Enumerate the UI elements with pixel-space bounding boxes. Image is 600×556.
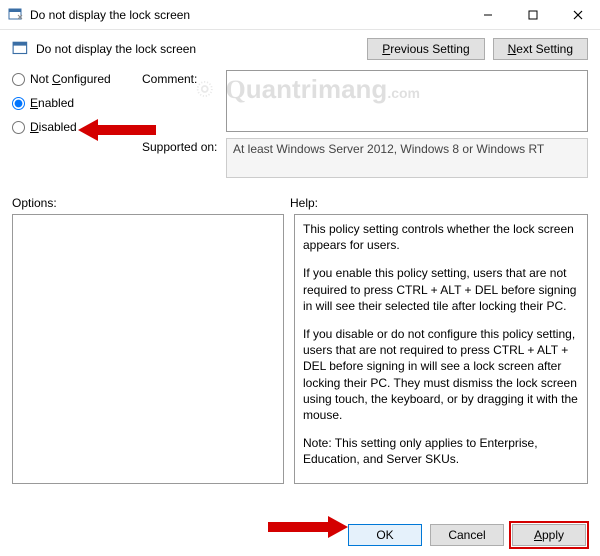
help-p2: If you disable or do not configure this … [303, 326, 579, 423]
prev-rest: revious Setting [390, 42, 469, 56]
options-label: Options: [12, 196, 290, 210]
help-p0: This policy setting controls whether the… [303, 221, 579, 253]
titlebar: Do not display the lock screen [0, 0, 600, 30]
maximize-button[interactable] [510, 0, 555, 30]
radio-disabled-input[interactable] [12, 121, 25, 134]
help-p3: Note: This setting only applies to Enter… [303, 435, 579, 467]
minimize-button[interactable] [465, 0, 510, 30]
radio-enabled-input[interactable] [12, 97, 25, 110]
cancel-button[interactable]: Cancel [430, 524, 504, 546]
header-row: Do not display the lock screen Previous … [12, 38, 588, 60]
footer: OK Cancel Apply [348, 524, 586, 546]
policy-title: Do not display the lock screen [36, 42, 367, 56]
arrow-annotation-ok [268, 514, 348, 540]
next-rest: ext Setting [516, 42, 573, 56]
policy-icon [8, 7, 24, 23]
comment-textarea[interactable] [226, 70, 588, 132]
radio-not-configured[interactable]: Not Configured [12, 72, 132, 86]
previous-setting-button[interactable]: Previous Setting [367, 38, 484, 60]
close-button[interactable] [555, 0, 600, 30]
help-panel[interactable]: This policy setting controls whether the… [294, 214, 588, 484]
supported-label: Supported on: [142, 138, 226, 154]
options-panel [12, 214, 284, 484]
ok-button[interactable]: OK [348, 524, 422, 546]
apply-button[interactable]: Apply [512, 524, 586, 546]
supported-text: At least Windows Server 2012, Windows 8 … [226, 138, 588, 178]
help-p1: If you enable this policy setting, users… [303, 265, 579, 314]
comment-label: Comment: [142, 70, 226, 86]
policy-icon [12, 40, 30, 58]
radio-disabled[interactable]: Disabled [12, 120, 132, 134]
radio-group: Not Configured Enabled Disabled [12, 70, 132, 184]
apply-rest: pply [542, 528, 564, 542]
window-title: Do not display the lock screen [30, 8, 465, 22]
next-setting-button[interactable]: Next Setting [493, 38, 588, 60]
radio-not-configured-input[interactable] [12, 73, 25, 86]
radio-enabled[interactable]: Enabled [12, 96, 132, 110]
help-label: Help: [290, 196, 318, 210]
